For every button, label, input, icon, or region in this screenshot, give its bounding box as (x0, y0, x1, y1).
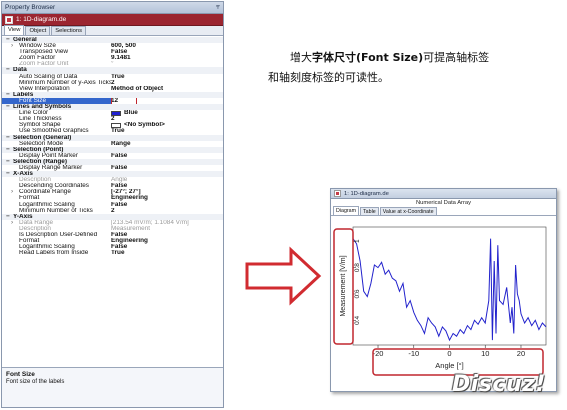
y-tick-label: 0.6 (354, 289, 361, 298)
property-browser-panel: Property Browser ⫧ 1: 1D-diagram.de View… (1, 1, 224, 408)
caption-paren: (Font Size) (356, 51, 424, 64)
property-browser-title: Property Browser (5, 4, 56, 11)
tab-selections[interactable]: Selections (51, 26, 86, 35)
property-value[interactable]: True (111, 250, 223, 256)
diagram-subtitle: Numerical Data Array (415, 200, 472, 206)
y-axis-label: Measurement [V/m] (340, 255, 347, 316)
property-help-box: Font Size Font size of the labels (2, 367, 223, 407)
discuz-watermark: Discuz! (452, 372, 546, 397)
line-chart[interactable]: -20 -10 0 10 200.40.60.81Angle [°]Measuremen… (331, 217, 556, 392)
right-arrow-icon (245, 246, 322, 306)
pin-icon[interactable]: ⫧ (216, 4, 220, 12)
diagram-titlebar: 1: 1D-diagram.de (331, 189, 556, 199)
diagram-title: 1: 1D-diagram.de (344, 190, 389, 197)
property-browser-titlebar: Property Browser ⫧ (2, 2, 223, 14)
x-tick-label: 10 (481, 349, 489, 358)
help-title: Font Size (6, 371, 35, 378)
x-tick-label: 20 (517, 349, 525, 358)
caption-pre: 增大 (290, 51, 312, 64)
caption-line-1: 增大字体尺寸(Font Size)可提高轴标签 (268, 48, 558, 68)
document-title: 1: 1D-diagram.de (16, 16, 67, 23)
caption-text: 增大字体尺寸(Font Size)可提高轴标签 和轴刻度标签的可读性。 (268, 48, 558, 88)
document-bar: 1: 1D-diagram.de (2, 14, 223, 26)
y-tick-label: 0.4 (354, 315, 361, 324)
tab-object[interactable]: Object (25, 26, 51, 35)
color-swatch (111, 122, 121, 128)
caption-post: 可提高轴标签 (423, 51, 490, 64)
x-tick-label: 0 (447, 349, 451, 358)
y-tick-label: 0.8 (354, 263, 361, 272)
property-grid: GeneralWindow Size600, 500Transposed Vie… (2, 37, 223, 369)
property-name: Read Labels from Inside (19, 250, 89, 257)
x-tick-label: -10 (408, 349, 419, 358)
tab-view[interactable]: View (4, 25, 25, 35)
x-axis-label: Angle [°] (435, 361, 463, 370)
document-icon (5, 15, 13, 24)
diagram-window: 1: 1D-diagram.de Numerical Data Array Di… (330, 188, 557, 392)
tab-diagram[interactable]: Diagram (333, 206, 360, 215)
help-description: Font size of the labels (6, 379, 65, 385)
tab-value-at-x[interactable]: Value at x-Coordinate (379, 207, 437, 215)
color-swatch (111, 110, 121, 116)
font-size-highlight (111, 97, 137, 105)
property-value-text: True (111, 250, 125, 257)
diagram-tabs: Diagram Table Value at x-Coordinate (331, 206, 556, 216)
property-value[interactable]: 12 (111, 97, 223, 105)
y-tick-label: 1 (354, 239, 361, 243)
document-icon (334, 190, 341, 197)
caption-line-2: 和轴刻度标签的可读性。 (268, 71, 389, 84)
caption-bold: 字体尺寸 (312, 51, 356, 64)
property-tabs: View Object Selections (2, 25, 223, 36)
property-row[interactable]: Read Labels from Inside True (2, 250, 223, 256)
tab-table[interactable]: Table (360, 207, 379, 215)
